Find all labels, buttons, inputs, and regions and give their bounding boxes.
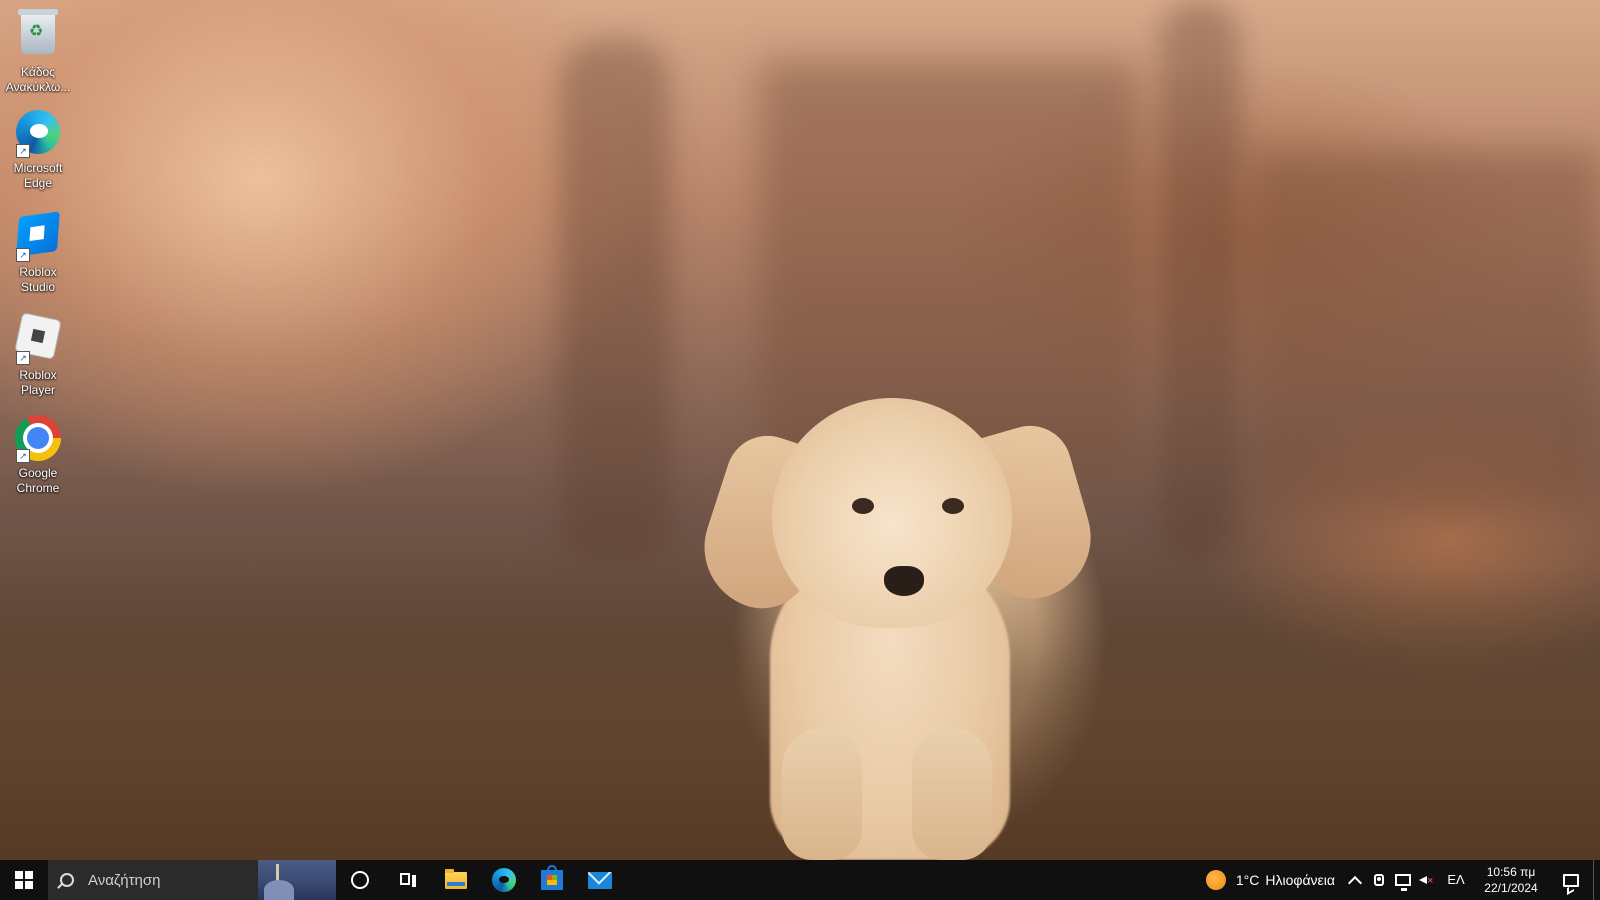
- start-button[interactable]: [0, 860, 48, 900]
- volume-muted-icon: [1419, 873, 1435, 887]
- wallpaper-tree: [1160, 0, 1240, 560]
- search-highlight-image: [258, 860, 336, 900]
- wallpaper-tree: [560, 40, 670, 560]
- roblox-studio-icon: ↗: [14, 211, 62, 262]
- desktop-icon-label: Κάδος Ανακύκλω...: [5, 65, 71, 94]
- task-view-icon: [400, 873, 416, 887]
- clock[interactable]: 10:56 πμ 22/1/2024: [1473, 864, 1549, 896]
- edge-icon: [492, 868, 516, 892]
- action-center-icon: [1563, 873, 1579, 887]
- wallpaper-shed: [1250, 150, 1600, 510]
- volume-button[interactable]: [1415, 860, 1439, 900]
- desktop-icon-label: Microsoft Edge: [13, 161, 63, 190]
- taskbar-file-explorer[interactable]: [432, 860, 480, 900]
- desktop-icon-recycle-bin[interactable]: ♻ Κάδος Ανακύκλω...: [2, 9, 74, 95]
- roblox-player-icon: ↗: [14, 313, 62, 365]
- cortana-button[interactable]: [336, 860, 384, 900]
- desktop-icon-label: Roblox Studio: [19, 265, 57, 294]
- system-tray: 1°C Ηλιοφάνεια ΕΛ 10:56 πμ 22/1/2024: [1200, 860, 1600, 900]
- desktop-icon-roblox-studio[interactable]: ↗ Roblox Studio: [2, 210, 74, 295]
- weather-condition: Ηλιοφάνεια: [1265, 872, 1335, 888]
- taskbar-microsoft-store[interactable]: [528, 860, 576, 900]
- cortana-icon: [351, 871, 369, 889]
- show-desktop-button[interactable]: [1593, 860, 1600, 900]
- mail-icon: [588, 871, 612, 889]
- input-language-indicator[interactable]: ΕΛ: [1439, 860, 1473, 900]
- show-hidden-icons-button[interactable]: [1343, 860, 1367, 900]
- chevron-up-icon: [1347, 875, 1363, 890]
- sun-icon: [1205, 870, 1226, 890]
- file-explorer-icon: [445, 868, 467, 889]
- network-icon: [1395, 874, 1411, 891]
- desktop-icon-label: Roblox Player: [19, 368, 57, 397]
- search-box[interactable]: Αναζήτηση: [48, 860, 336, 900]
- search-icon: [60, 873, 74, 887]
- taskbar-edge[interactable]: [480, 860, 528, 900]
- desktop-icon-roblox-player[interactable]: ↗ Roblox Player: [2, 312, 74, 398]
- shortcut-arrow-icon: ↗: [16, 351, 30, 365]
- clock-time: 10:56 πμ: [1486, 865, 1536, 879]
- desktop-icon-label: Google Chrome: [16, 466, 60, 495]
- shortcut-arrow-icon: ↗: [16, 144, 30, 158]
- task-view-button[interactable]: [384, 860, 432, 900]
- desktop[interactable]: ♻ Κάδος Ανακύκλω... ↗ Microsoft Edge ↗ R…: [0, 0, 1600, 900]
- desktop-icon-microsoft-edge[interactable]: ↗ Microsoft Edge: [2, 108, 74, 191]
- search-input[interactable]: Αναζήτηση: [88, 872, 160, 889]
- taskbar: Αναζήτηση 1°C Ηλιοφάνεια × ΕΛ 10:56 πμ 2…: [0, 860, 1600, 900]
- meet-now-icon: [1374, 874, 1384, 886]
- windows-logo-icon: [15, 871, 33, 889]
- chrome-icon: ↗: [14, 415, 62, 463]
- microsoft-store-icon: [541, 865, 563, 890]
- meet-now-button[interactable]: [1367, 860, 1391, 900]
- recycle-bin-icon: ♻: [14, 9, 62, 62]
- taskbar-mail[interactable]: [576, 860, 624, 900]
- network-button[interactable]: [1391, 860, 1415, 900]
- weather-temperature: 1°C: [1235, 872, 1260, 888]
- desktop-icon-google-chrome[interactable]: ↗ Google Chrome: [2, 414, 74, 496]
- shortcut-arrow-icon: ↗: [16, 248, 30, 262]
- edge-icon: ↗: [14, 110, 62, 158]
- action-center-button[interactable]: [1549, 860, 1593, 900]
- shortcut-arrow-icon: ↗: [16, 449, 30, 463]
- weather-widget[interactable]: 1°C Ηλιοφάνεια: [1200, 860, 1343, 900]
- clock-date: 22/1/2024: [1484, 881, 1538, 895]
- wallpaper-puppy: [688, 398, 1106, 860]
